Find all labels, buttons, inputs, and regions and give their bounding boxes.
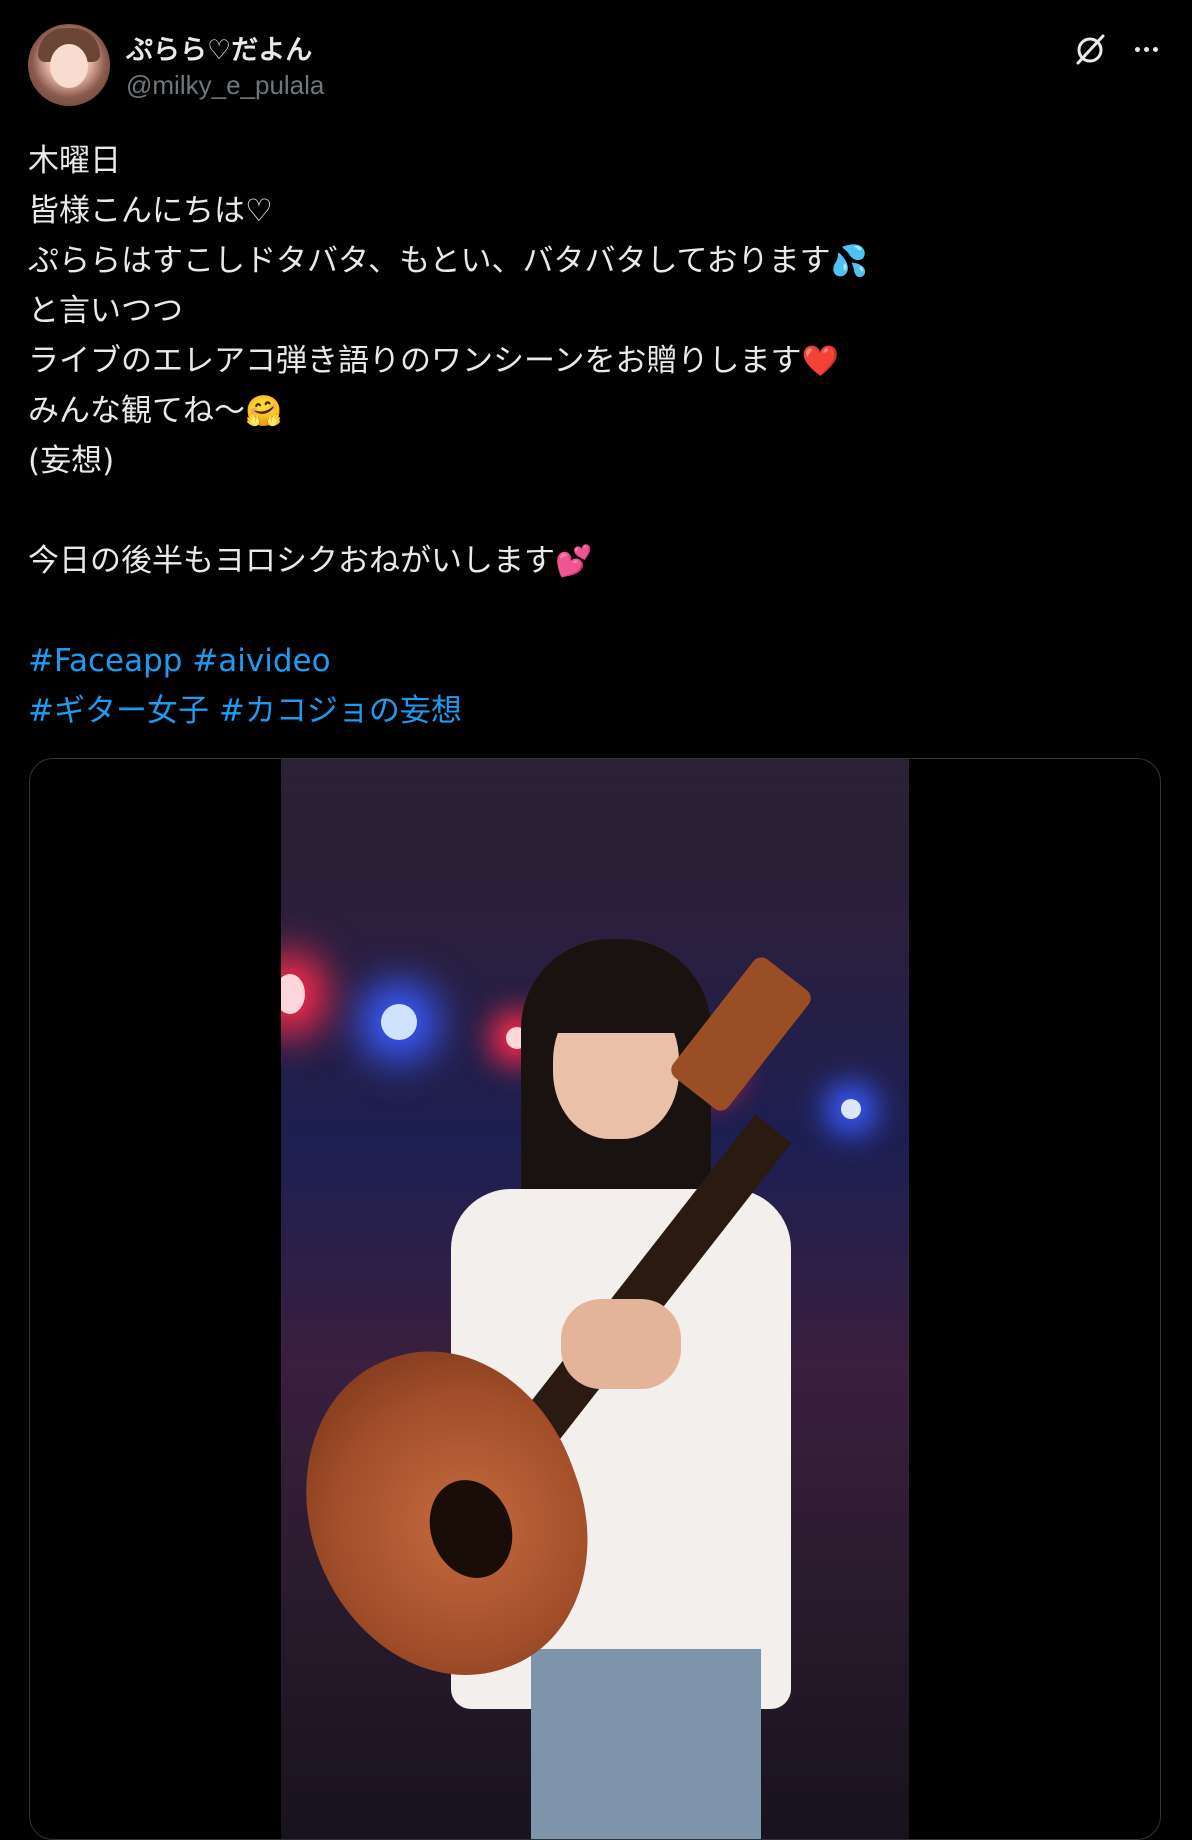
hashtag-link[interactable]: #ギター女子 [28, 693, 209, 729]
avatar-face [50, 44, 88, 88]
stage-ceiling [281, 759, 909, 879]
tweet-line: 今日の後半もヨロシクおねがいします💕 [28, 536, 1158, 586]
tweet-line-text: ライブのエレアコ弾き語りのワンシーンをお贈りします [28, 343, 802, 379]
tweet-line: (妄想) [28, 443, 115, 479]
stage-light [841, 1099, 861, 1119]
hug-emoji-icon: 🤗 [245, 394, 283, 429]
tweet-line-text: 今日の後半もヨロシクおねがいします [28, 543, 555, 579]
tweet-header: ぷらら♡だよん @milky_e_pulala [28, 24, 1164, 108]
more-dot [1152, 46, 1158, 52]
grok-icon[interactable] [1070, 30, 1110, 70]
tweet-line-text: みんな観てね〜 [28, 393, 245, 429]
tweet-line: ぷららはすこしドタバタ、もとい、バタバタしております💦 [28, 236, 1158, 286]
hashtag-link[interactable]: #Faceapp [28, 643, 182, 679]
heart-emoji-icon: ❤️ [801, 344, 839, 379]
hashtag-link[interactable]: #aivideo [192, 643, 330, 679]
tweet-line: 皆様こんにちは♡ [28, 193, 273, 229]
hashtag-link[interactable]: #カコジョの妄想 [219, 693, 462, 729]
tweet-line: 木曜日 [28, 143, 121, 179]
stage-light [381, 1004, 417, 1040]
tweet-line-text: ぷららはすこしドタバタ、もとい、バタバタしております [28, 243, 831, 279]
author-display-name[interactable]: ぷらら♡だよん [126, 28, 312, 67]
more-icon[interactable] [1128, 34, 1164, 64]
performer-hands [561, 1299, 681, 1389]
two-hearts-emoji-icon: 💕 [555, 544, 593, 579]
more-dot [1143, 46, 1149, 52]
tweet-line: と言いつつ [28, 293, 183, 329]
tweet-text: 木曜日 皆様こんにちは♡ ぷららはすこしドタバタ、もとい、バタバタしております💦… [28, 136, 1158, 736]
tweet-line: みんな観てね〜🤗 [28, 386, 1158, 436]
media-card [29, 758, 1161, 1840]
sweat-emoji-icon: 💦 [830, 244, 868, 279]
performer-jeans [531, 1649, 761, 1839]
hashtag-line: #Faceapp #aivideo [28, 636, 1158, 686]
more-dot [1134, 46, 1140, 52]
author-handle[interactable]: @milky_e_pulala [126, 70, 324, 101]
video-player[interactable] [281, 759, 909, 1839]
tweet-line: ライブのエレアコ弾き語りのワンシーンをお贈りします❤️ [28, 336, 1158, 386]
stage-light [281, 974, 305, 1014]
avatar[interactable] [28, 24, 110, 106]
hashtag-line: #ギター女子 #カコジョの妄想 [28, 686, 1158, 736]
